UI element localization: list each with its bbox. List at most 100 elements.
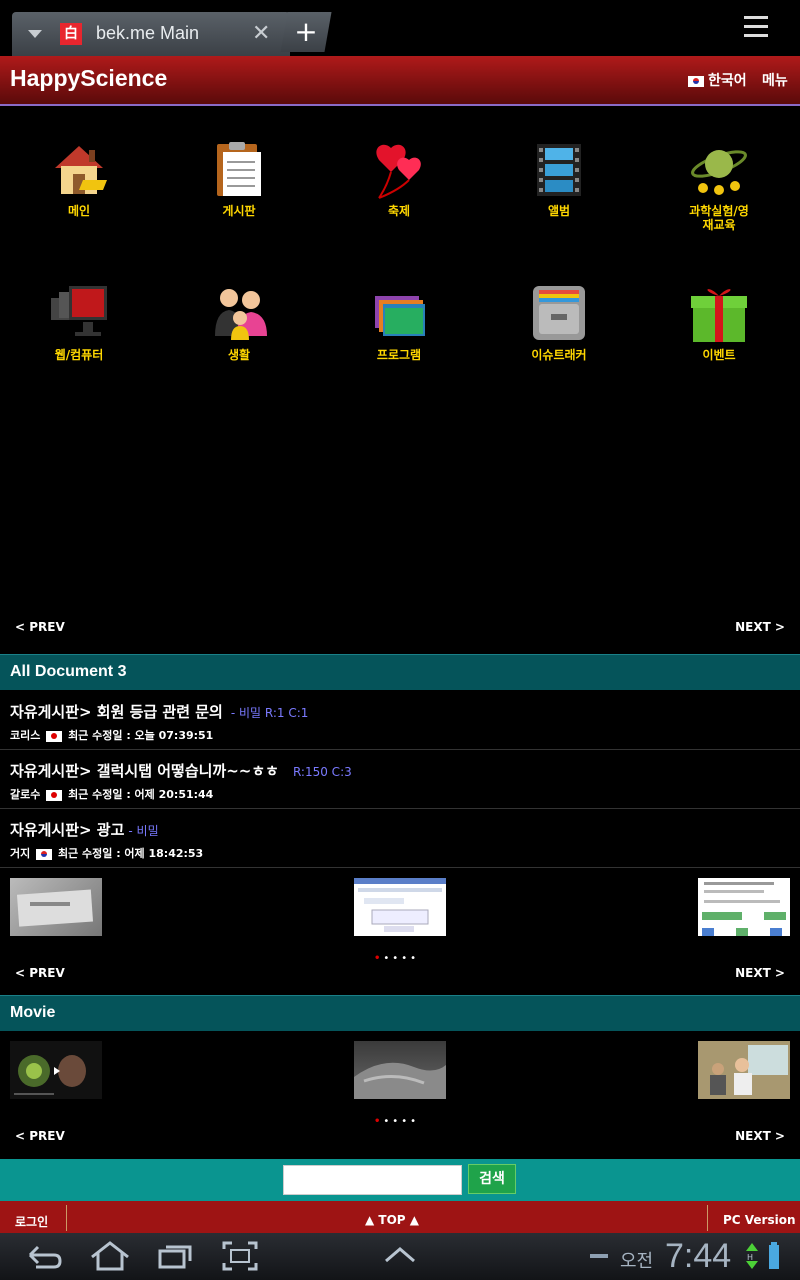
document-meta: - 비밀 R:1 C:1 xyxy=(230,706,309,720)
grid-label: 프로그램 xyxy=(376,348,422,362)
grid-item-program[interactable]: 프로그램 xyxy=(334,284,464,362)
document-author: 갈로수 xyxy=(10,788,41,801)
section-title: All Document 3 xyxy=(10,663,127,680)
grid-item-web[interactable]: 웹/컴퓨터 xyxy=(14,284,144,362)
screenshot-icon[interactable] xyxy=(222,1241,258,1271)
movie-pager: < PREV NEXT > xyxy=(0,1121,800,1151)
document-author: 코리스 xyxy=(10,729,41,742)
browser-tab-bar: 白 bek.me Main ✕ + xyxy=(0,0,800,56)
document-modified: 최근 수정일 : 오늘 07:39:51 xyxy=(68,729,214,742)
next-button[interactable]: NEXT > xyxy=(735,620,785,634)
gift-icon xyxy=(689,284,749,344)
document-title[interactable]: 자유게시판> 회원 등급 관련 문의 xyxy=(10,703,223,721)
site-header: HappyScience 한국어 메뉴 xyxy=(0,56,800,106)
language-selector[interactable]: 한국어 xyxy=(688,70,747,90)
site-footer: 로그인 ▲ TOP ▲ PC Version xyxy=(0,1201,800,1233)
document-title[interactable]: 자유게시판> 갤럭시탭 어떻습니까~~ㅎㅎ xyxy=(10,762,279,780)
movie-thumbnail[interactable] xyxy=(698,1041,790,1099)
clipboard-icon xyxy=(209,140,269,200)
grid-item-main[interactable]: 메인 xyxy=(14,140,144,218)
house-icon xyxy=(49,140,109,200)
login-link[interactable]: 로그인 xyxy=(15,1213,48,1230)
section-header-movie: Movie xyxy=(0,995,800,1031)
plus-icon: + xyxy=(294,15,318,48)
grid-label: 앨범 xyxy=(547,204,571,218)
grid-item-issue-tracker[interactable]: 이슈트래커 xyxy=(494,284,624,362)
document-row[interactable]: 자유게시판> 갤럭시탭 어떻습니까~~ㅎㅎ R:150 C:3 갈로수 최근 수정… xyxy=(0,750,800,809)
top-link[interactable]: ▲ TOP ▲ xyxy=(365,1213,419,1227)
grid-item-life[interactable]: 생활 xyxy=(174,284,304,362)
folders-icon xyxy=(369,284,429,344)
japan-flag-icon xyxy=(46,789,63,801)
document-row[interactable]: 자유게시판> 광고 - 비밀 거지 최근 수정일 : 어제 18:42:53 xyxy=(0,809,800,868)
document-meta: - 비밀 xyxy=(128,824,159,838)
tab-title: bek.me Main xyxy=(96,23,200,43)
document-thumbnail[interactable] xyxy=(354,878,446,936)
grid-item-science[interactable]: 과학실험/영재교육 xyxy=(654,140,784,232)
status-clock[interactable]: 7:44 xyxy=(665,1237,731,1276)
battery-icon xyxy=(769,1242,779,1269)
korea-flag-icon xyxy=(688,75,704,87)
grid-label: 이벤트 xyxy=(702,348,736,362)
movie-thumbnail[interactable] xyxy=(354,1041,446,1099)
search-bar: 검색 xyxy=(0,1159,800,1201)
heart-balloons-icon xyxy=(369,140,429,200)
language-label: 한국어 xyxy=(708,73,747,89)
grid-item-festival[interactable]: 축제 xyxy=(334,140,464,218)
close-icon[interactable]: ✕ xyxy=(252,21,270,46)
section-title: Movie xyxy=(10,1004,56,1021)
document-modified: 최근 수정일 : 어제 18:42:53 xyxy=(57,847,204,860)
document-modified: 최근 수정일 : 어제 20:51:44 xyxy=(68,788,214,801)
site-logo[interactable]: HappyScience xyxy=(10,65,167,92)
signal-h-icon: H xyxy=(746,1243,758,1269)
grid-label: 게시판 xyxy=(222,204,256,218)
chevron-up-icon[interactable] xyxy=(384,1241,416,1271)
document-author: 거지 xyxy=(10,847,31,860)
korea-flag-icon xyxy=(36,848,53,860)
grid-label: 축제 xyxy=(387,204,411,218)
grid-label: 생활 xyxy=(227,348,251,362)
status-ampm: 오전 xyxy=(620,1251,654,1272)
grid-label: 메인 xyxy=(67,204,91,218)
home-icon[interactable] xyxy=(88,1241,132,1271)
film-strip-icon xyxy=(529,140,589,200)
header-menu-button[interactable]: 메뉴 xyxy=(762,70,788,90)
section-header-documents: All Document 3 xyxy=(0,654,800,690)
next-button[interactable]: NEXT > xyxy=(735,966,785,980)
search-button[interactable]: 검색 xyxy=(468,1164,516,1194)
family-icon xyxy=(209,284,269,344)
favicon-icon: 白 xyxy=(60,23,82,45)
grid-item-album[interactable]: 앨범 xyxy=(494,140,624,218)
grid-item-event[interactable]: 이벤트 xyxy=(654,284,784,362)
new-tab-button[interactable]: + xyxy=(280,12,332,52)
grid-label: 과학실험/영재교육 xyxy=(689,204,749,232)
document-title[interactable]: 자유게시판> 광고 xyxy=(10,821,124,839)
grid-label: 웹/컴퓨터 xyxy=(54,348,104,362)
document-thumbnail[interactable] xyxy=(10,878,102,936)
prev-button[interactable]: < PREV xyxy=(15,966,65,980)
document-thumbnail[interactable] xyxy=(698,878,790,936)
japan-flag-icon xyxy=(46,730,63,742)
divider xyxy=(707,1205,708,1231)
pc-version-link[interactable]: PC Version xyxy=(723,1213,796,1227)
browser-menu-icon[interactable] xyxy=(744,16,778,44)
prev-button[interactable]: < PREV xyxy=(15,1129,65,1143)
document-meta: R:150 C:3 xyxy=(292,765,352,779)
back-icon[interactable] xyxy=(24,1241,64,1271)
grid-item-board[interactable]: 게시판 xyxy=(174,140,304,218)
prev-button[interactable]: < PREV xyxy=(15,620,65,634)
notification-dash-icon[interactable] xyxy=(588,1241,610,1271)
search-input[interactable] xyxy=(283,1165,462,1195)
documents-pager: < PREV NEXT > xyxy=(0,958,800,988)
recent-apps-icon[interactable] xyxy=(158,1241,194,1271)
grid-pager: < PREV NEXT > xyxy=(0,612,800,642)
file-cabinet-icon xyxy=(529,284,589,344)
grid-label: 이슈트래커 xyxy=(531,348,587,362)
svg-text:H: H xyxy=(747,1253,753,1262)
planet-icon xyxy=(689,140,749,200)
tab-dropdown-icon[interactable] xyxy=(28,30,42,38)
movie-thumbnail[interactable] xyxy=(10,1041,102,1099)
document-row[interactable]: 자유게시판> 회원 등급 관련 문의 - 비밀 R:1 C:1 코리스 최근 수정… xyxy=(0,691,800,750)
browser-tab[interactable]: 白 bek.me Main ✕ xyxy=(12,12,290,56)
next-button[interactable]: NEXT > xyxy=(735,1129,785,1143)
